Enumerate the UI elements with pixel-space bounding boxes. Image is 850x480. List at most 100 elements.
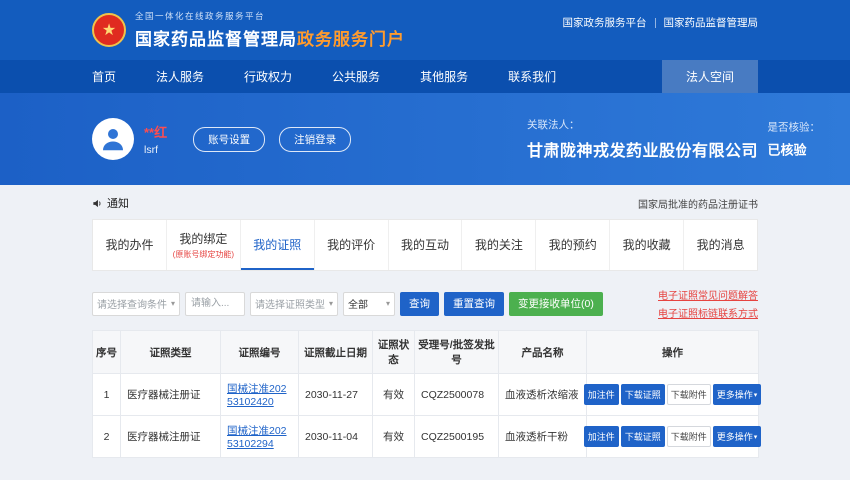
link-nmpa[interactable]: 国家药品监督管理局 — [664, 15, 759, 30]
cert-number-link[interactable]: 国械注准20253102420 — [227, 383, 287, 408]
legal-space-button[interactable]: 法人空间 — [662, 60, 758, 93]
select-value: 请选择证照类型 — [255, 296, 325, 311]
tab-label: 我的证照 — [253, 236, 301, 253]
cell-serial: 2 — [93, 416, 121, 458]
nav-item-home[interactable]: 首页 — [92, 60, 116, 93]
speaker-icon — [92, 198, 103, 209]
download-cert-button[interactable]: 下载证照 — [621, 426, 665, 447]
related-company-name: 甘肃陇神戎发药业股份有限公司 — [527, 137, 758, 161]
topbar-links: 国家政务服务平台 国家药品监督管理局 — [563, 0, 759, 30]
user-panel: **红 lsrf 账号设置 注销登录 关联法人： 甘肃陇神戎发药业股份有限公司 … — [0, 93, 850, 185]
more-actions-label: 更多操作 — [717, 430, 753, 443]
tab-my-reviews[interactable]: 我的评价 — [315, 220, 389, 270]
more-actions-button[interactable]: 更多操作▾ — [713, 426, 762, 447]
user-display-name: **红 — [144, 122, 167, 141]
tab-label: 我的预约 — [549, 236, 597, 253]
tab-my-favorites[interactable]: 我的收藏 — [610, 220, 684, 270]
col-product-name: 产品名称 — [499, 331, 587, 374]
nav-item-other-services[interactable]: 其他服务 — [420, 60, 468, 93]
query-condition-select[interactable]: 请选择查询条件 ▾ — [92, 292, 180, 316]
more-actions-button[interactable]: 更多操作▾ — [713, 384, 762, 405]
nav-item-public-services[interactable]: 公共服务 — [332, 60, 380, 93]
tab-label: 我的互动 — [401, 236, 449, 253]
verify-status-block: 是否核验： 已核验 — [768, 120, 821, 159]
ecert-faq-link[interactable]: 电子证照常见问题解答 — [658, 287, 758, 302]
cell-cert-number: 国械注准20253102294 — [221, 416, 299, 458]
table-header-row: 序号 证照类型 证照编号 证照截止日期 证照状态 受理号/批签发批号 产品名称 … — [93, 331, 759, 374]
cell-acceptance-number: CQZ2500195 — [415, 416, 499, 458]
col-serial: 序号 — [93, 331, 121, 374]
table-row: 1 医疗器械注册证 国械注准20253102420 2030-11-27 有效 … — [93, 374, 759, 416]
cell-status: 有效 — [373, 416, 415, 458]
nav-item-admin-power[interactable]: 行政权力 — [244, 60, 292, 93]
notice-left: 通知 — [92, 195, 129, 211]
nav-item-contact-us[interactable]: 联系我们 — [508, 60, 556, 93]
link-national-gov-platform[interactable]: 国家政务服务平台 — [563, 15, 647, 30]
tab-label: 我的绑定 — [179, 230, 227, 247]
chevron-down-icon: ▾ — [329, 299, 333, 308]
notice-message: 国家局批准的药品注册证书 — [638, 196, 758, 211]
verify-label: 是否核验： — [768, 120, 821, 135]
row-actions: 加注件 下载证照 下载附件 更多操作▾ — [593, 426, 752, 447]
download-cert-button[interactable]: 下载证照 — [621, 384, 665, 405]
download-attachment-button[interactable]: 下载附件 — [667, 384, 711, 405]
col-expiry-date: 证照截止日期 — [299, 331, 373, 374]
user-identity: **红 lsrf — [144, 122, 167, 156]
notice-bar: 通知 国家局批准的药品注册证书 — [92, 185, 758, 211]
chevron-down-icon: ▾ — [171, 299, 175, 308]
cell-actions: 加注件 下载证照 下载附件 更多操作▾ — [587, 416, 759, 458]
cell-acceptance-number: CQZ2500078 — [415, 374, 499, 416]
cell-expiry-date: 2030-11-04 — [299, 416, 373, 458]
site-title: 国家药品监督管理局 — [135, 25, 297, 50]
tab-my-interactions[interactable]: 我的互动 — [389, 220, 463, 270]
cert-type-select[interactable]: 请选择证照类型 ▾ — [250, 292, 338, 316]
divider — [655, 18, 656, 28]
table-row: 2 医疗器械注册证 国械注准20253102294 2030-11-04 有效 … — [93, 416, 759, 458]
select-value: 请选择查询条件 — [97, 296, 167, 311]
user-username: lsrf — [144, 144, 167, 156]
site-title-row: 国家药品监督管理局 政务服务门户 — [135, 25, 405, 50]
tab-my-certificates[interactable]: 我的证照 — [241, 220, 315, 270]
tab-label: 我的办件 — [105, 236, 153, 253]
related-company-label: 关联法人： — [527, 117, 758, 132]
tab-my-applications[interactable]: 我的办件 — [93, 220, 167, 270]
keyword-input[interactable] — [185, 292, 245, 316]
cell-actions: 加注件 下载证照 下载附件 更多操作▾ — [587, 374, 759, 416]
tab-label: 我的评价 — [327, 236, 375, 253]
download-attachment-button[interactable]: 下载附件 — [667, 426, 711, 447]
more-actions-label: 更多操作 — [717, 388, 753, 401]
avatar — [92, 118, 134, 160]
verify-status-badge: 已核验 — [768, 140, 821, 159]
ecert-contact-link[interactable]: 电子证照标链联系方式 — [658, 305, 758, 320]
national-emblem-icon: ★ — [92, 13, 126, 47]
tab-my-reservations[interactable]: 我的预约 — [536, 220, 610, 270]
nav-item-legal-services[interactable]: 法人服务 — [156, 60, 204, 93]
platform-tagline: 全国一体化在线政务服务平台 — [135, 10, 405, 22]
row-actions: 加注件 下载证照 下载附件 更多操作▾ — [593, 384, 752, 405]
brand-block: 全国一体化在线政务服务平台 国家药品监督管理局 政务服务门户 — [135, 10, 405, 50]
logout-button[interactable]: 注销登录 — [279, 127, 351, 152]
scope-select[interactable]: 全部 ▾ — [343, 292, 395, 316]
cell-product-name: 血液透析浓缩液 — [499, 374, 587, 416]
search-button[interactable]: 查询 — [400, 292, 439, 316]
tab-label: 我的消息 — [697, 236, 745, 253]
tab-my-follows[interactable]: 我的关注 — [462, 220, 536, 270]
cell-cert-type: 医疗器械注册证 — [121, 416, 221, 458]
top-header: ★ 全国一体化在线政务服务平台 国家药品监督管理局 政务服务门户 国家政务服务平… — [0, 0, 850, 60]
chevron-down-icon: ▾ — [754, 391, 758, 399]
tab-my-binding[interactable]: 我的绑定(原账号绑定功能) — [167, 220, 241, 270]
col-status: 证照状态 — [373, 331, 415, 374]
cell-expiry-date: 2030-11-27 — [299, 374, 373, 416]
help-links: 电子证照常见问题解答 电子证照标链联系方式 — [658, 287, 758, 320]
cert-number-link[interactable]: 国械注准20253102294 — [227, 425, 287, 450]
tab-my-messages[interactable]: 我的消息 — [684, 220, 757, 270]
account-settings-button[interactable]: 账号设置 — [193, 127, 265, 152]
col-cert-type: 证照类型 — [121, 331, 221, 374]
annotate-button[interactable]: 加注件 — [584, 426, 619, 447]
reset-query-button[interactable]: 重置查询 — [444, 292, 504, 316]
annotate-button[interactable]: 加注件 — [584, 384, 619, 405]
cell-serial: 1 — [93, 374, 121, 416]
change-receiver-button[interactable]: 变更接收单位(0) — [509, 292, 603, 316]
person-icon — [98, 124, 128, 154]
chevron-down-icon: ▾ — [754, 433, 758, 441]
